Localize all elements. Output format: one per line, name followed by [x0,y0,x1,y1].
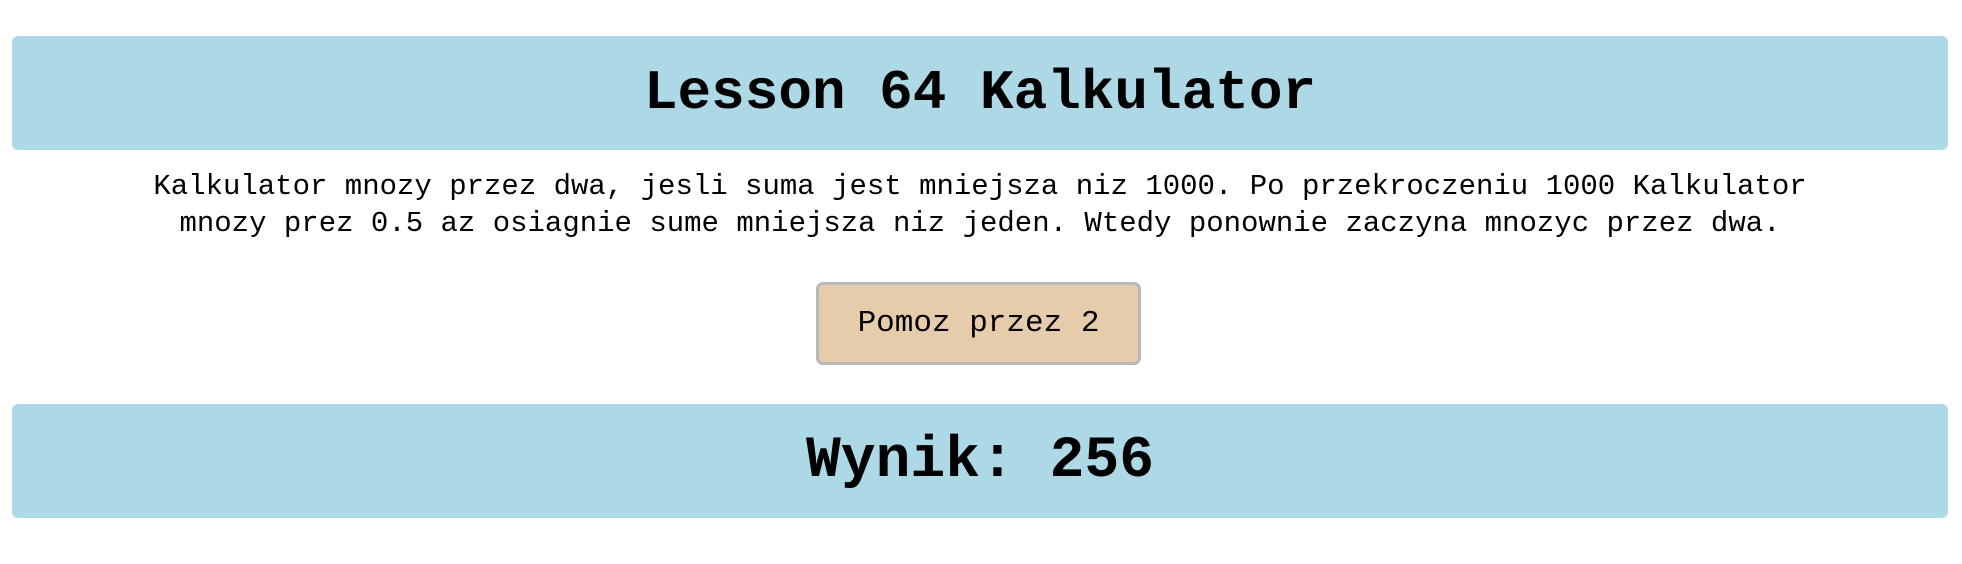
description-line-1: Kalkulator mnozy przez dwa, jesli suma j… [153,170,1807,203]
result-panel: Wynik: 256 [12,404,1948,518]
result-text: Wynik: 256 [805,428,1155,494]
description-line-2: mnozy prez 0.5 az osiagnie sume mniejsza… [179,207,1781,240]
description-text: Kalkulator mnozy przez dwa, jesli suma j… [12,168,1948,242]
multiply-button[interactable]: Pomoz przez 2 [816,282,1141,365]
page-title: Lesson 64 Kalkulator [643,61,1317,125]
header-panel: Lesson 64 Kalkulator [12,36,1948,150]
